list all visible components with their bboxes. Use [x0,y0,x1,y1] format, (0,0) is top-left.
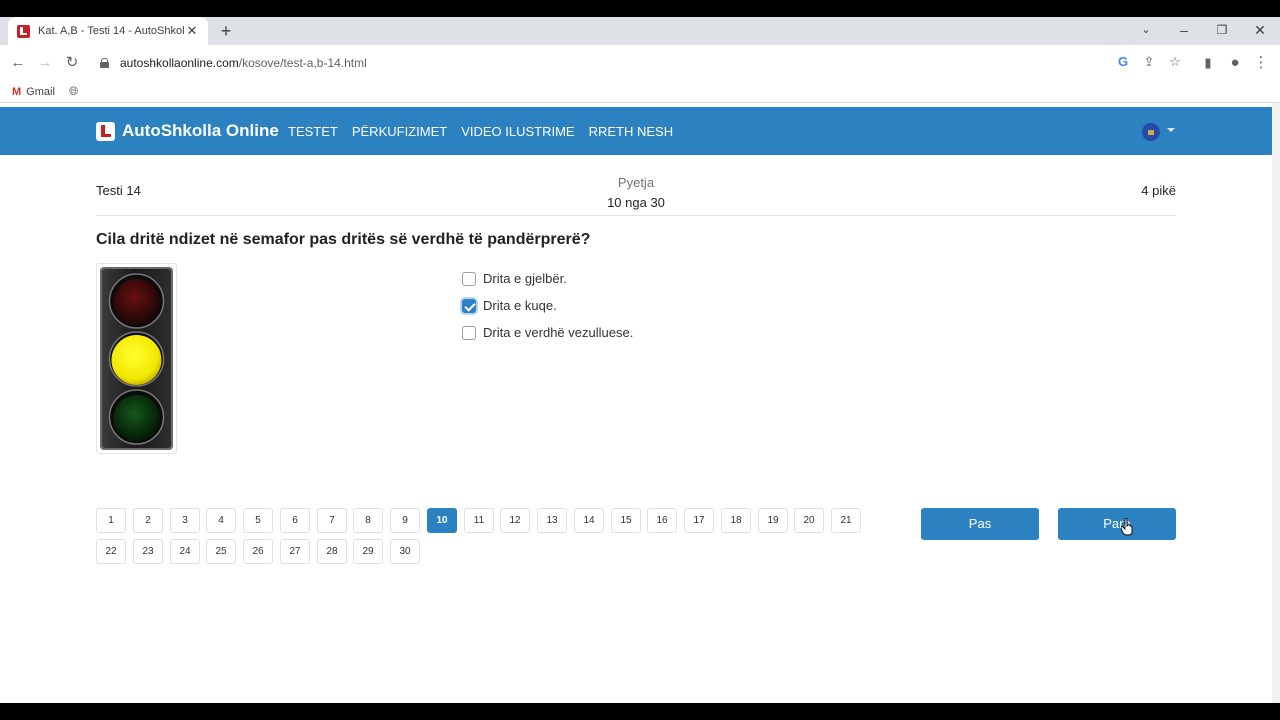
page-button-14[interactable]: 14 [574,508,604,533]
minimize-icon[interactable]: – [1174,22,1194,38]
page-button-8[interactable]: 8 [353,508,383,533]
back-icon[interactable]: ← [8,53,28,73]
prev-button[interactable]: Pas [921,508,1039,540]
question-text: Cila dritë ndizet në semafor pas dritës … [96,231,591,248]
page-button-5[interactable]: 5 [243,508,273,533]
side-panel-icon[interactable]: ▮ [1198,53,1218,73]
page-button-16[interactable]: 16 [647,508,677,533]
page-button-15[interactable]: 15 [611,508,641,533]
close-tab-icon[interactable]: ✕ [184,23,200,39]
brand-name: AutoShkolla Online [122,121,279,140]
nav-link-rreth-nesh[interactable]: RRETH NESH [589,124,674,139]
page-button-6[interactable]: 6 [280,508,310,533]
page-button-25[interactable]: 25 [206,539,236,564]
answer-checkbox-3[interactable] [462,325,476,340]
page-button-2[interactable]: 2 [133,508,163,533]
url-domain: autoshkollaonline.com [120,56,239,70]
close-window-icon[interactable]: ✕ [1250,22,1270,38]
page-button-11[interactable]: 11 [464,508,494,533]
forward-icon[interactable]: → [35,53,55,73]
site-brand[interactable]: AutoShkolla Online [96,121,279,141]
next-button[interactable]: Para [1058,508,1176,540]
answer-option-3[interactable]: Drita e verdhë vezulluese. [462,319,633,346]
page-button-13[interactable]: 13 [537,508,567,533]
main-nav: TESTET PËRKUFIZIMET VIDEO ILUSTRIME RRET… [288,124,687,139]
nav-link-perkufizimet[interactable]: PËRKUFIZIMET [352,124,447,139]
page-button-1[interactable]: 1 [96,508,126,533]
nav-link-video-ilustrime[interactable]: VIDEO ILUSTRIME [461,124,574,139]
answer-label-1: Drita e gjelbër. [483,271,567,286]
page-button-28[interactable]: 28 [317,539,347,564]
browser-tab-bar: Kat. A,B - Testi 14 - AutoShkolla ✕ + ⌄ … [0,17,1280,45]
page-button-12[interactable]: 12 [500,508,530,533]
new-tab-icon[interactable]: + [216,21,236,41]
answer-option-1[interactable]: Drita e gjelbër. [462,265,633,292]
restore-icon[interactable]: ❐ [1212,22,1232,38]
browser-toolbar: ← → ↻ autoshkollaonline.com/kosove/test-… [0,45,1280,81]
answer-option-2[interactable]: Drita e kuqe. [462,292,633,319]
answer-checkbox-2[interactable] [462,298,476,313]
lock-icon [100,58,109,68]
page-button-27[interactable]: 27 [280,539,310,564]
question-counter: Pyetja 10 nga 30 [536,173,736,213]
tab-title: Kat. A,B - Testi 14 - AutoShkolla [38,25,184,37]
browser-tab[interactable]: Kat. A,B - Testi 14 - AutoShkolla ✕ [8,17,208,45]
page-button-23[interactable]: 23 [133,539,163,564]
site-favicon-icon [17,24,30,38]
page-button-10[interactable]: 10 [427,508,457,533]
kosovo-flag-icon[interactable] [1142,123,1160,141]
question-points: 4 pikë [1141,183,1176,198]
screen-bottom-border [0,703,1280,720]
question-image [96,263,177,454]
google-lens-icon[interactable]: G [1114,53,1132,71]
site-navbar: AutoShkolla Online TESTET PËRKUFIZIMET V… [0,107,1272,155]
hand-cursor-icon [1121,518,1133,536]
page-button-26[interactable]: 26 [243,539,273,564]
answer-label-2: Drita e kuqe. [483,298,557,313]
url-text: autoshkollaonline.com/kosove/test-a,b-14… [120,56,367,70]
profile-avatar-icon[interactable]: ● [1225,53,1245,73]
bookmarks-bar: M Gmail 🌐︎ [0,81,1280,103]
url-path: /kosove/test-a,b-14.html [238,56,367,70]
brand-logo-icon [96,121,115,141]
page-button-20[interactable]: 20 [794,508,824,533]
browser-menu-icon[interactable]: ⋮ [1251,53,1271,73]
page-button-19[interactable]: 19 [758,508,788,533]
page-button-21[interactable]: 21 [831,508,861,533]
address-bar[interactable]: autoshkollaonline.com/kosove/test-a,b-14… [90,49,1190,77]
page-scrollbar[interactable] [1272,103,1280,703]
question-counter-value: 10 nga 30 [607,195,665,210]
answer-list: Drita e gjelbër. Drita e kuqe. Drita e v… [462,265,633,346]
share-icon[interactable]: ⇪ [1140,53,1158,71]
tab-search-icon[interactable]: ⌄ [1136,22,1156,38]
page-button-29[interactable]: 29 [353,539,383,564]
language-dropdown-caret-icon[interactable] [1167,128,1175,132]
test-header: Testi 14 Pyetja 10 nga 30 4 pikë [96,173,1176,216]
bookmark-star-icon[interactable]: ☆ [1166,53,1184,71]
nav-link-testet[interactable]: TESTET [288,124,338,139]
globe-icon[interactable]: 🌐︎ [69,84,79,99]
page-button-24[interactable]: 24 [170,539,200,564]
test-name: Testi 14 [96,183,141,198]
page-button-9[interactable]: 9 [390,508,420,533]
page-button-30[interactable]: 30 [390,539,420,564]
answer-checkbox-1[interactable] [462,271,476,286]
page-button-3[interactable]: 3 [170,508,200,533]
screen-top-border [0,0,1280,17]
traffic-light-icon [100,267,173,450]
web-page: AutoShkolla Online TESTET PËRKUFIZIMET V… [0,103,1272,703]
question-counter-label: Pyetja [617,175,655,190]
answer-label-3: Drita e verdhë vezulluese. [483,325,634,340]
page-button-7[interactable]: 7 [317,508,347,533]
gmail-icon: M [12,85,22,98]
bookmark-gmail[interactable]: Gmail [26,86,55,98]
page-button-22[interactable]: 22 [96,539,126,564]
page-button-17[interactable]: 17 [684,508,714,533]
page-button-4[interactable]: 4 [206,508,236,533]
reload-icon[interactable]: ↻ [62,53,82,73]
page-button-18[interactable]: 18 [721,508,751,533]
